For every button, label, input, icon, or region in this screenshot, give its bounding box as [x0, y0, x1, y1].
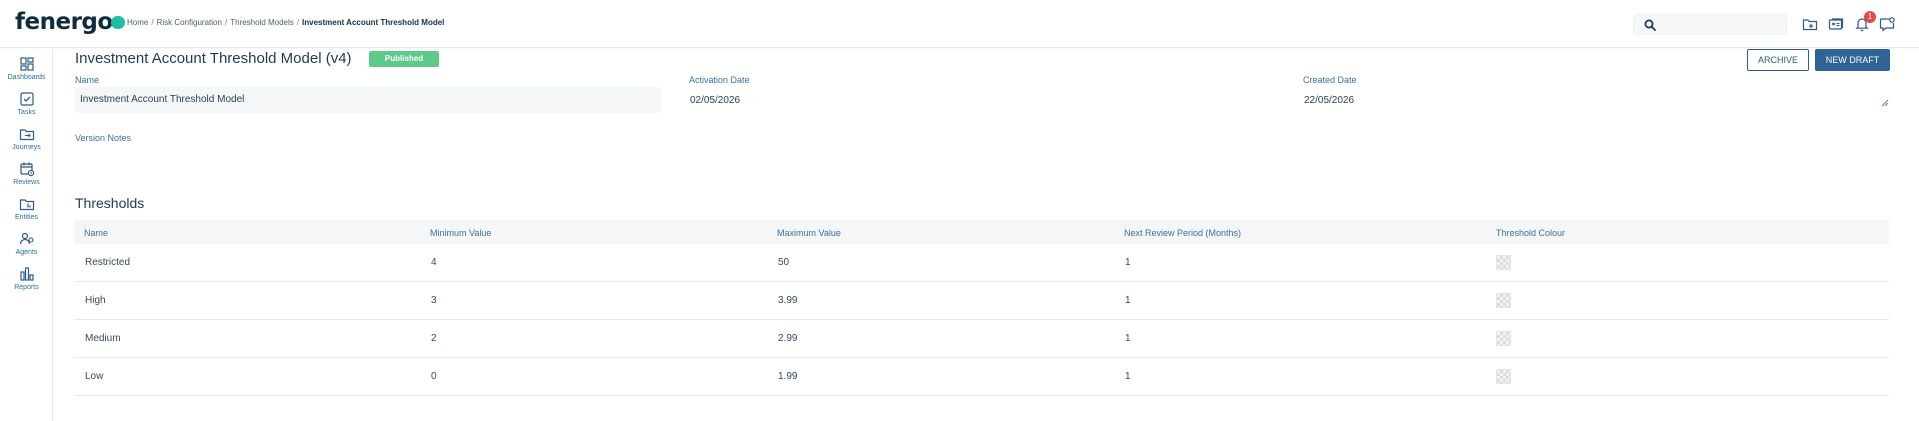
search-input[interactable]: [1664, 17, 1782, 33]
reports-icon: [19, 267, 34, 281]
sidebar-item-label: Tasks: [17, 109, 36, 116]
breadcrumb-separator: /: [296, 18, 300, 27]
table-row[interactable]: Low 0 1.99 1: [74, 358, 1889, 396]
column-header-next-review-period[interactable]: Next Review Period (Months): [1124, 228, 1241, 238]
folder-plus-icon[interactable]: [1802, 16, 1818, 32]
table-row[interactable]: Medium 2 2.99 1: [74, 320, 1889, 358]
threshold-review-period: 1: [1125, 371, 1131, 382]
sidebar-item-reviews[interactable]: Reviews: [0, 161, 53, 195]
journeys-icon: [19, 129, 34, 141]
sidebar-item-label: Reviews: [13, 179, 40, 186]
logo-text: fenergo: [15, 9, 113, 35]
column-header-name[interactable]: Name: [84, 228, 108, 238]
breadcrumb-separator: /: [224, 18, 228, 27]
threshold-max: 2.99: [778, 333, 798, 344]
threshold-min: 3: [431, 295, 437, 306]
name-value: Investment Account Threshold Model: [80, 94, 245, 105]
sidebar-item-agents[interactable]: Agents: [0, 231, 53, 265]
sidebar-item-label: Journeys: [12, 144, 41, 151]
breadcrumb-current: Investment Account Threshold Model: [302, 18, 445, 27]
sidebar-item-entities[interactable]: Entities: [0, 196, 53, 230]
breadcrumb-threshold-models[interactable]: Threshold Models: [230, 18, 294, 27]
status-badge: Published: [369, 51, 439, 67]
breadcrumb-separator: /: [151, 18, 154, 27]
logo-dot: [110, 16, 125, 29]
sidebar-item-label: Entities: [15, 214, 38, 221]
threshold-name: Restricted: [85, 257, 131, 268]
sidebar-item-tasks[interactable]: Tasks: [0, 91, 53, 125]
threshold-colour-swatch[interactable]: [1496, 369, 1511, 384]
thresholds-title: Thresholds: [75, 195, 145, 211]
message-icon[interactable]: [1879, 16, 1895, 32]
new-draft-button[interactable]: NEW DRAFT: [1815, 49, 1890, 71]
sidebar-item-journeys[interactable]: Journeys: [0, 126, 53, 160]
entities-icon: [19, 199, 34, 211]
table-header: Name Minimum Value Maximum Value Next Re…: [74, 220, 1889, 244]
threshold-min: 2: [431, 333, 437, 344]
activation-date-value: 02/05/2026: [690, 95, 741, 106]
threshold-name: Medium: [85, 333, 121, 344]
threshold-name: High: [85, 295, 106, 306]
threshold-min: 0: [431, 371, 437, 382]
sidebar-item-reports[interactable]: Reports: [0, 266, 53, 300]
notification-badge: 1: [1864, 11, 1876, 23]
search-icon: [1644, 19, 1656, 31]
fenergo-logo[interactable]: fenergo: [15, 9, 125, 35]
column-header-minimum-value[interactable]: Minimum Value: [430, 228, 491, 238]
sidebar-item-label: Dashboards: [7, 74, 46, 81]
top-header: fenergo Home / Risk Configuration / Threshol…: [0, 0, 1919, 48]
agents-icon: [19, 232, 34, 245]
version-notes-label: Version Notes: [75, 133, 132, 143]
breadcrumb-home[interactable]: Home: [127, 18, 148, 27]
column-header-maximum-value[interactable]: Maximum Value: [777, 228, 841, 238]
reviews-icon: [19, 162, 34, 177]
created-date-label: Created Date: [1303, 75, 1357, 85]
resize-handle-icon[interactable]: [1881, 99, 1889, 107]
sidebar-item-dashboards[interactable]: Dashboards: [0, 56, 53, 90]
name-field[interactable]: Investment Account Threshold Model: [74, 87, 661, 113]
column-header-threshold-colour[interactable]: Threshold Colour: [1496, 228, 1565, 238]
page-title: Investment Account Threshold Model (v4): [75, 50, 352, 67]
threshold-colour-swatch[interactable]: [1496, 293, 1511, 308]
threshold-review-period: 1: [1125, 333, 1131, 344]
threshold-colour-swatch[interactable]: [1496, 331, 1511, 346]
threshold-max: 50: [778, 257, 790, 268]
name-label: Name: [75, 75, 100, 85]
threshold-min: 4: [431, 257, 437, 268]
threshold-max: 1.99: [778, 371, 798, 382]
id-card-icon[interactable]: [1828, 16, 1844, 32]
sidebar-item-label: Agents: [15, 249, 38, 256]
dashboard-icon: [19, 57, 34, 71]
archive-button[interactable]: ARCHIVE: [1747, 49, 1809, 71]
threshold-colour-swatch[interactable]: [1496, 255, 1511, 270]
tasks-icon: [19, 92, 34, 106]
threshold-name: Low: [85, 371, 104, 382]
sidebar-item-label: Reports: [14, 284, 39, 291]
table-row[interactable]: Restricted 4 50 1: [74, 244, 1889, 282]
created-date-value: 22/05/2026: [1304, 95, 1355, 106]
breadcrumb-risk-configuration[interactable]: Risk Configuration: [157, 18, 222, 27]
table-row[interactable]: High 3 3.99 1: [74, 282, 1889, 320]
threshold-max: 3.99: [778, 295, 798, 306]
threshold-review-period: 1: [1125, 295, 1131, 306]
breadcrumb: Home / Risk Configuration / Threshold Models…: [127, 18, 444, 27]
threshold-review-period: 1: [1125, 257, 1131, 268]
activation-date-label: Activation Date: [689, 75, 750, 85]
search-box[interactable]: [1633, 14, 1787, 35]
sidebar: Dashboards Tasks Journeys Reviews Entiti…: [0, 49, 53, 421]
